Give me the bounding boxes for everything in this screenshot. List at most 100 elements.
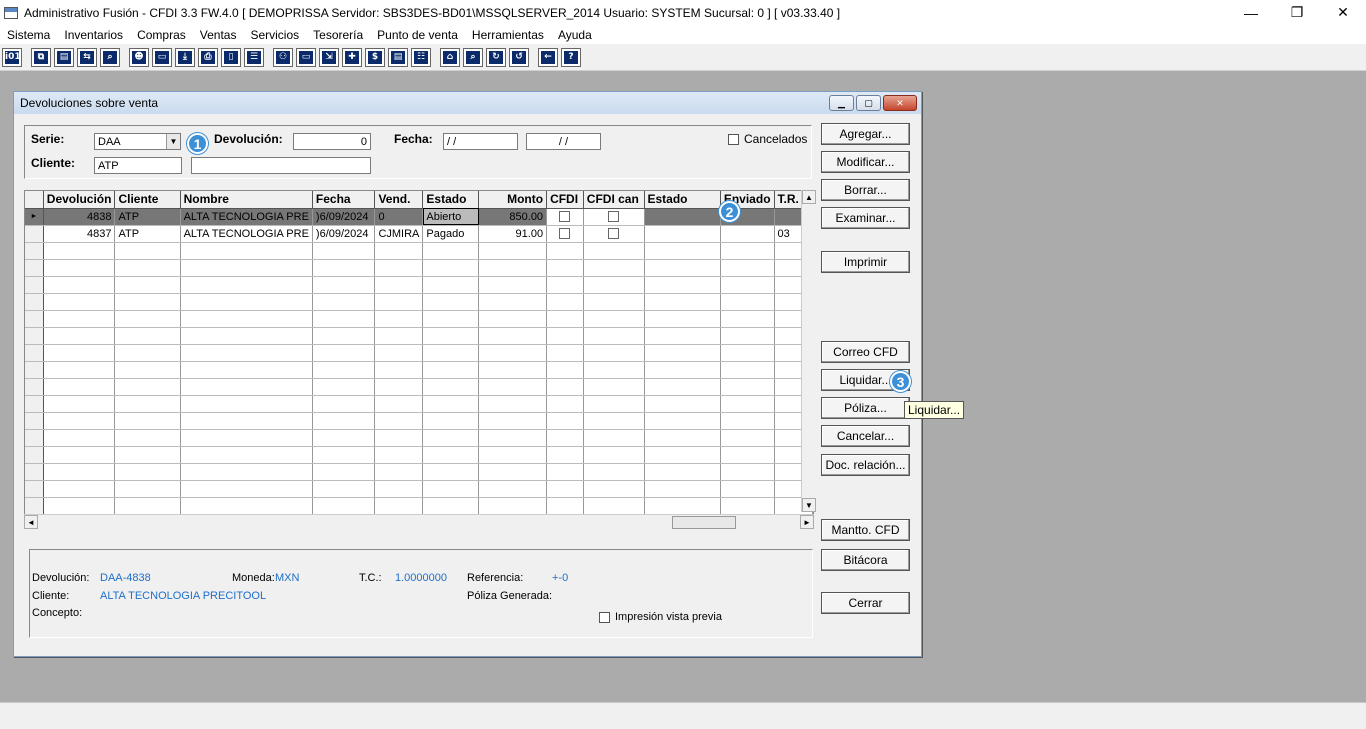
cerrar-button[interactable]: Cerrar [821,592,910,614]
toolbar-button[interactable]: ⇲ [319,47,339,67]
cell-vend[interactable]: CJMIRA [374,225,424,243]
toolbar-button[interactable]: ▭ [296,47,316,67]
toolbar-button[interactable]: ☰ [244,47,264,67]
menu-tesoreria[interactable]: Tesorería [306,28,370,42]
agregar-button[interactable]: Agregar... [821,123,910,145]
scroll-down-icon[interactable]: ▼ [802,498,816,512]
toolbar-button[interactable]: ▯ [221,47,241,67]
cell-estado-envio[interactable] [644,225,721,243]
scroll-left-icon[interactable]: ◄ [24,515,38,529]
scroll-up-icon[interactable]: ▲ [802,190,816,204]
toolbar-button[interactable]: ↻ [486,47,506,67]
menu-sistema[interactable]: Sistema [0,28,57,42]
poliza-button[interactable]: Póliza... [821,397,910,419]
scroll-thumb[interactable] [672,516,736,529]
minimize-button[interactable]: — [1228,0,1274,25]
toolbar-button[interactable]: ▭ [152,47,172,67]
cell-nombre[interactable]: ALTA TECNOLOGIA PRE [180,208,313,226]
cell-enviado[interactable] [720,225,775,243]
toolbar-button[interactable]: ← [538,47,558,67]
fecha-to-input[interactable]: / / [526,133,601,150]
cell-estado[interactable]: Abierto [422,208,480,226]
toolbar-button[interactable]: ☻ [129,47,149,67]
dialog-minimize-button[interactable]: ▁ [829,95,854,111]
toolbar-button[interactable]: ⎙ [198,47,218,67]
doc-relacion-button[interactable]: Doc. relación... [821,454,910,476]
toolbar-button[interactable]: i01 [2,47,22,67]
toolbar-button[interactable]: ⌕ [463,47,483,67]
serie-select[interactable]: DAA ▼ [94,133,181,150]
devoluciones-grid[interactable]: Devolución Cliente Nombre Fecha Vend. Es… [24,190,814,529]
imprimir-button[interactable]: Imprimir [821,251,910,273]
menu-herramientas[interactable]: Herramientas [465,28,551,42]
col-monto[interactable]: Monto [478,191,548,209]
cell-fecha[interactable]: )6/09/2024 [312,208,376,226]
cfdi-checkbox[interactable] [559,228,571,240]
menu-inventarios[interactable]: Inventarios [57,28,130,42]
restore-button[interactable]: ❐ [1274,0,1320,25]
correo-cfd-button[interactable]: Correo CFD [821,341,910,363]
chevron-down-icon[interactable]: ▼ [166,134,180,149]
bitacora-button[interactable]: Bitácora [821,549,910,571]
mantto-cfd-button[interactable]: Mantto. CFD [821,519,910,541]
table-row[interactable]: ► 4838 ATP ALTA TECNOLOGIA PRE )6/09/202… [25,208,813,226]
cancelar-button[interactable]: Cancelar... [821,425,910,447]
toolbar-button[interactable]: ↺ [509,47,529,67]
cfdi-can-checkbox[interactable] [608,228,620,240]
col-estado[interactable]: Estado [422,191,480,209]
cell-estado-envio[interactable] [644,208,721,226]
cell-nombre[interactable]: ALTA TECNOLOGIA PRE [180,225,313,243]
cfdi-checkbox[interactable] [559,211,571,223]
cell-cfdi-can[interactable] [583,208,645,226]
col-cfdi[interactable]: CFDI [546,191,584,209]
cell-estado[interactable]: Pagado [422,225,480,243]
menu-ventas[interactable]: Ventas [193,28,244,42]
modificar-button[interactable]: Modificar... [821,151,910,173]
impresion-vista-previa-checkbox[interactable] [599,612,610,623]
col-cfdi-can[interactable]: CFDI can [583,191,645,209]
cell-fecha[interactable]: )6/09/2024 [312,225,376,243]
toolbar-button[interactable]: ⧉ [31,47,51,67]
cell-cliente[interactable]: ATP [114,225,181,243]
toolbar-button[interactable]: ⇆ [77,47,97,67]
col-fecha[interactable]: Fecha [312,191,376,209]
dialog-close-button[interactable]: ✕ [883,95,917,111]
devolucion-input[interactable]: 0 [293,133,371,150]
fecha-from-input[interactable]: / / [443,133,518,150]
cliente-name-input[interactable] [191,157,371,174]
grid-horizontal-scrollbar[interactable]: ◄ ► [24,514,814,529]
col-devolucion[interactable]: Devolución [43,191,116,209]
grid-vertical-scrollbar[interactable]: ▲ ▼ [801,190,816,512]
cell-vend[interactable]: 0 [374,208,424,226]
toolbar-button[interactable]: ⤓ [175,47,195,67]
menu-ayuda[interactable]: Ayuda [551,28,599,42]
cancelados-checkbox[interactable] [728,134,739,145]
col-cliente[interactable]: Cliente [114,191,181,209]
examinar-button[interactable]: Examinar... [821,207,910,229]
menu-servicios[interactable]: Servicios [243,28,306,42]
table-row[interactable]: 4837 ATP ALTA TECNOLOGIA PRE )6/09/2024 … [25,225,813,243]
cell-cfdi[interactable] [546,208,584,226]
toolbar-button[interactable]: ▤ [54,47,74,67]
toolbar-button[interactable]: ? [561,47,581,67]
toolbar-button[interactable]: ✚ [342,47,362,67]
menu-compras[interactable]: Compras [130,28,193,42]
toolbar-button[interactable]: $ [365,47,385,67]
toolbar-button[interactable]: ☷ [411,47,431,67]
cell-cfdi-can[interactable] [583,225,645,243]
cell-monto[interactable]: 91.00 [478,225,548,243]
row-header[interactable] [25,225,44,243]
cell-monto[interactable]: 850.00 [478,208,548,226]
toolbar-button[interactable]: ⌂ [440,47,460,67]
cell-devolucion[interactable]: 4837 [43,225,116,243]
dialog-maximize-button[interactable]: ▢ [856,95,881,111]
close-button[interactable]: ✕ [1320,0,1366,25]
cliente-input[interactable]: ATP [94,157,182,174]
cfdi-can-checkbox[interactable] [608,211,620,223]
menu-punto-de-venta[interactable]: Punto de venta [370,28,465,42]
col-vend[interactable]: Vend. [374,191,424,209]
cell-cfdi[interactable] [546,225,584,243]
toolbar-button[interactable]: ⚇ [273,47,293,67]
col-nombre[interactable]: Nombre [180,191,313,209]
toolbar-button[interactable]: ⌕ [100,47,120,67]
